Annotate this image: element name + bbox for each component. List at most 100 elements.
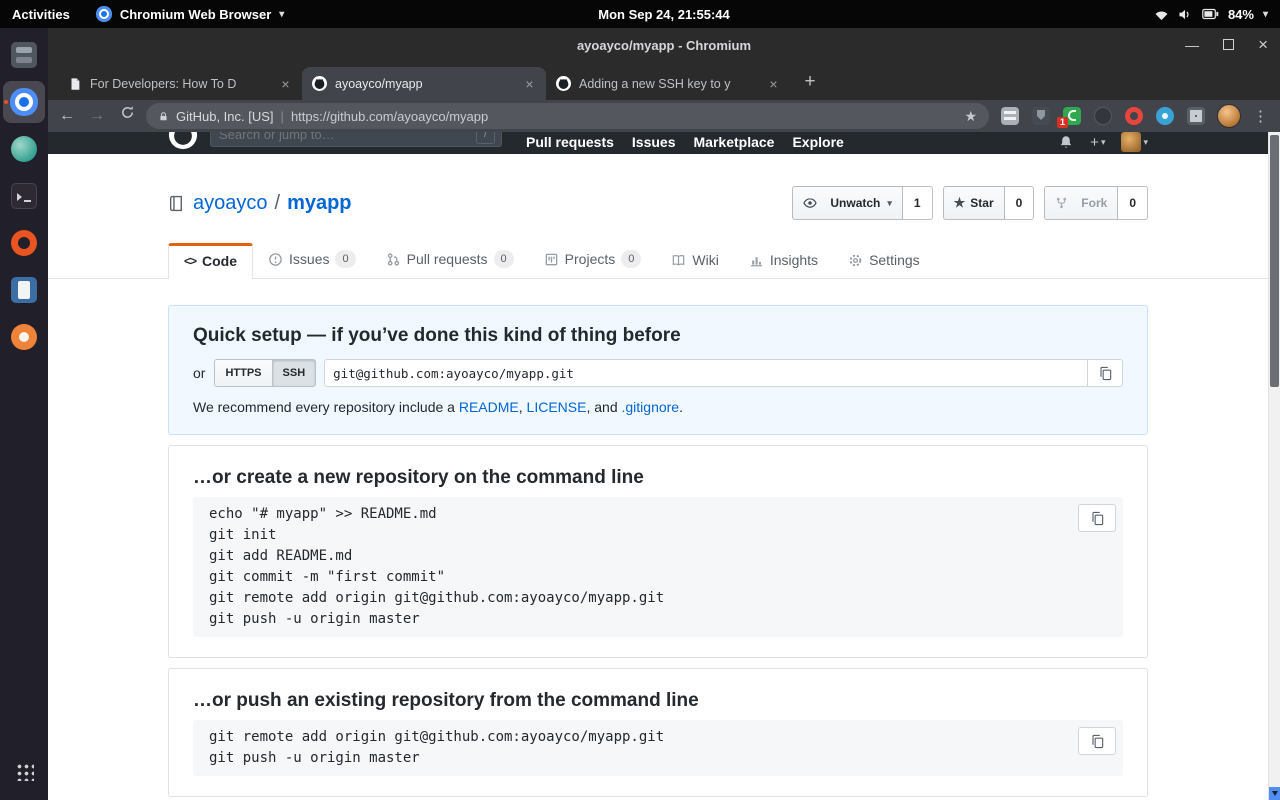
nav-marketplace[interactable]: Marketplace — [694, 134, 775, 150]
shield-extension-icon[interactable] — [1032, 107, 1050, 125]
close-icon[interactable]: × — [765, 75, 782, 92]
tab-for-developers[interactable]: For Developers: How To D × — [58, 67, 302, 100]
scrollbar-thumb[interactable] — [1270, 135, 1279, 387]
red-circle-extension-icon[interactable] — [1125, 107, 1143, 125]
plus-icon: + — [1090, 134, 1099, 151]
star-icon: ★ — [954, 190, 966, 216]
eye-icon — [803, 196, 817, 210]
tab-title: Adding a new SSH key to y — [579, 77, 757, 91]
dark-circle-extension-icon[interactable] — [1094, 107, 1112, 125]
copy-create-commands-button[interactable] — [1078, 504, 1116, 532]
stars-count[interactable]: 0 — [1005, 186, 1035, 220]
https-button[interactable]: HTTPS — [214, 359, 272, 387]
bookmark-star-icon[interactable]: ★ — [964, 108, 977, 125]
tab-ayoayco-myapp[interactable]: ayoayco/myapp × — [302, 67, 546, 100]
dock-item-web[interactable] — [3, 128, 45, 170]
pull-requests-counter: 0 — [494, 250, 514, 268]
code-line: git remote add origin git@github.com:ayo… — [209, 727, 1107, 748]
push-existing-code: git remote add origin git@github.com:ayo… — [193, 720, 1123, 776]
dock-item-chromium[interactable] — [3, 81, 45, 123]
tab-label: Wiki — [692, 252, 718, 268]
nav-issues[interactable]: Issues — [632, 134, 676, 150]
close-icon[interactable]: × — [277, 75, 294, 92]
nav-explore[interactable]: Explore — [792, 134, 843, 150]
dock-item-terminal[interactable] — [3, 175, 45, 217]
tab-settings[interactable]: Settings — [833, 242, 935, 278]
show-applications-button[interactable] — [3, 750, 45, 792]
lock-icon[interactable] — [158, 110, 169, 123]
github-header-right: + ▾ ▾ — [1058, 132, 1148, 152]
blue-circle-extension-icon[interactable] — [1156, 107, 1174, 125]
github-header: / Pull requests Issues Marketplace Explo… — [48, 132, 1268, 154]
repo-owner-link[interactable]: ayoayco — [193, 190, 268, 216]
ev-certificate-label: GitHub, Inc. [US] — [176, 109, 274, 124]
github-logo[interactable] — [168, 132, 198, 150]
page-viewport: / Pull requests Issues Marketplace Explo… — [48, 132, 1268, 800]
forward-button[interactable]: → — [86, 105, 108, 127]
maximize-button[interactable] — [1223, 38, 1234, 52]
copy-push-commands-button[interactable] — [1078, 727, 1116, 755]
watchers-count[interactable]: 1 — [903, 186, 933, 220]
minimize-button[interactable]: — — [1185, 38, 1199, 52]
close-button[interactable]: × — [1258, 38, 1268, 52]
tab-label: Pull requests — [407, 251, 488, 267]
github-nav: Pull requests Issues Marketplace Explore — [526, 134, 844, 150]
profile-avatar[interactable] — [1217, 104, 1241, 128]
code-icon: <> — [184, 253, 196, 269]
dock-item-help[interactable] — [3, 316, 45, 358]
dock-item-files[interactable] — [3, 34, 45, 76]
screen: Activities Chromium Web Browser ▾ Mon Se… — [0, 0, 1280, 800]
nav-pull-requests[interactable]: Pull requests — [526, 134, 614, 150]
grid-extension-icon[interactable] — [1187, 107, 1205, 125]
dock-item-music[interactable] — [3, 222, 45, 264]
recommend-text: We recommend every repository include a … — [193, 399, 1123, 416]
pull-request-icon — [386, 252, 401, 267]
tab-projects[interactable]: Projects 0 — [529, 240, 657, 278]
reload-button[interactable] — [116, 105, 138, 127]
fork-button[interactable]: Fork — [1044, 186, 1118, 220]
remote-url-input[interactable] — [324, 359, 1088, 387]
help-icon — [11, 324, 37, 350]
tab-title: ayoayco/myapp — [335, 77, 513, 91]
window-titlebar[interactable]: ayoayco/myapp - Chromium — × — [48, 28, 1280, 62]
back-button[interactable]: ← — [56, 105, 78, 127]
tab-insights[interactable]: Insights — [734, 242, 833, 278]
scrollbar-down-button[interactable] — [1269, 787, 1280, 800]
user-menu[interactable]: ▾ — [1121, 132, 1148, 152]
unwatch-button[interactable]: Unwatch ▾ — [792, 186, 903, 220]
clock[interactable]: Mon Sep 24, 21:55:44 — [598, 7, 730, 22]
tab-pull-requests[interactable]: Pull requests 0 — [371, 240, 529, 278]
globe-icon — [11, 136, 37, 162]
gitignore-link[interactable]: .gitignore — [622, 399, 680, 415]
bell-icon[interactable] — [1058, 134, 1074, 151]
dock-item-writer[interactable] — [3, 269, 45, 311]
close-icon[interactable]: × — [521, 75, 538, 92]
or-label: or — [193, 365, 205, 381]
create-new-button[interactable]: + ▾ — [1090, 134, 1105, 151]
tab-wiki[interactable]: Wiki — [656, 242, 733, 278]
search-input[interactable] — [217, 132, 476, 143]
tab-ssh-key[interactable]: Adding a new SSH key to y × — [546, 67, 790, 100]
fork-label: Fork — [1081, 190, 1107, 216]
github-search-box[interactable]: / — [210, 132, 502, 147]
repo-name-link[interactable]: myapp — [287, 190, 351, 216]
new-tab-button[interactable]: + — [796, 68, 824, 96]
tab-code[interactable]: <> Code — [168, 243, 253, 279]
star-label: Star — [970, 190, 993, 216]
license-link[interactable]: LICENSE — [527, 399, 587, 415]
address-bar[interactable]: GitHub, Inc. [US] | https://github.com/a… — [146, 103, 989, 129]
ssh-button[interactable]: SSH — [272, 359, 317, 387]
star-button[interactable]: ★ Star — [943, 186, 1005, 220]
forks-count[interactable]: 0 — [1118, 186, 1148, 220]
readme-link[interactable]: README — [459, 399, 519, 415]
page-scrollbar[interactable] — [1268, 132, 1280, 800]
tab-issues[interactable]: Issues 0 — [253, 240, 371, 278]
app-menu[interactable]: Chromium Web Browser ▾ — [96, 6, 284, 22]
green-extension-icon[interactable]: 1 — [1063, 107, 1081, 125]
copy-remote-url-button[interactable] — [1087, 359, 1123, 387]
system-tray[interactable]: 84% ▾ — [1154, 7, 1268, 22]
reader-extension-icon[interactable] — [1001, 107, 1019, 125]
browser-menu-button[interactable]: ⋮ — [1249, 107, 1272, 125]
activities-button[interactable]: Activities — [12, 7, 70, 22]
repo-actions: Unwatch ▾ 1 ★ Star 0 — [792, 186, 1148, 220]
